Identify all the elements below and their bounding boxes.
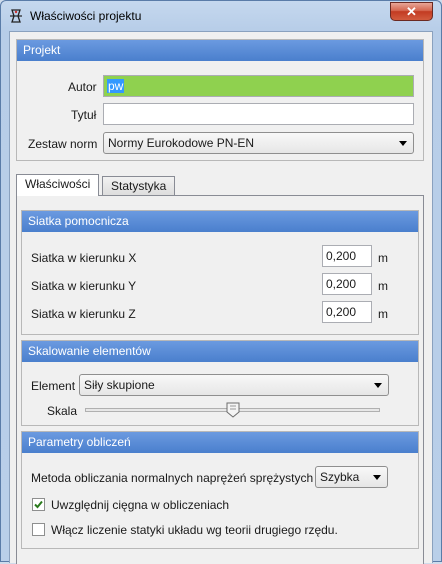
second-order-checkbox[interactable] bbox=[32, 523, 45, 536]
properties-tab-panel: Siatka pomocnicza Siatka w kierunku X 0,… bbox=[16, 195, 424, 564]
norms-value: Normy Eurokodowe PN-EN bbox=[108, 136, 255, 150]
title-bar[interactable]: Właściwości projektu ✕ bbox=[1, 1, 441, 31]
grid-z-label: Siatka w kierunku Z bbox=[31, 307, 136, 321]
window-title: Właściwości projektu bbox=[30, 9, 142, 23]
checkmark-icon bbox=[34, 500, 43, 509]
author-label: Autor bbox=[68, 80, 97, 94]
chevron-down-icon bbox=[399, 141, 407, 146]
scaling-group: Skalowanie elementów Element Siły skupio… bbox=[21, 340, 419, 426]
tab-properties[interactable]: Właściwości bbox=[16, 174, 100, 196]
norms-label: Zestaw norm bbox=[28, 137, 98, 151]
grid-y-value: 0,200 bbox=[326, 277, 357, 291]
calc-params-group: Parametry obliczeń Metoda obliczania nor… bbox=[21, 431, 419, 549]
scaling-group-header: Skalowanie elementów bbox=[22, 341, 418, 362]
element-value: Siły skupione bbox=[84, 378, 155, 392]
stress-method-value: Szybka bbox=[320, 470, 360, 484]
second-order-label: Włącz liczenie statyki układu wg teorii … bbox=[51, 523, 338, 537]
grid-z-unit: m bbox=[378, 307, 388, 321]
close-icon: ✕ bbox=[406, 3, 417, 19]
stress-method-dropdown[interactable]: Szybka bbox=[315, 466, 388, 488]
grid-y-unit: m bbox=[378, 279, 388, 293]
app-icon bbox=[10, 9, 22, 23]
scale-label: Skala bbox=[47, 404, 78, 418]
author-value: pw bbox=[107, 79, 125, 93]
calc-params-header: Parametry obliczeń bbox=[22, 432, 418, 453]
chevron-down-icon bbox=[373, 475, 381, 480]
properties-window: Właściwości projektu ✕ Projekt Autor pw … bbox=[0, 0, 442, 564]
window-client-area: Projekt Autor pw Tytuł Zestaw norm Normy… bbox=[9, 31, 433, 564]
project-group-header: Projekt bbox=[17, 40, 423, 61]
close-button[interactable]: ✕ bbox=[390, 2, 433, 21]
grid-group-header: Siatka pomocnicza bbox=[22, 211, 418, 232]
project-group: Projekt Autor pw Tytuł Zestaw norm Normy… bbox=[16, 39, 424, 161]
grid-y-input[interactable]: 0,200 bbox=[322, 273, 372, 295]
tab-statistics[interactable]: Statystyka bbox=[102, 176, 176, 196]
element-label: Element bbox=[31, 379, 76, 393]
tendons-checkbox[interactable] bbox=[32, 498, 45, 511]
chevron-down-icon bbox=[374, 383, 382, 388]
title-label: Tytuł bbox=[71, 108, 97, 122]
grid-x-input[interactable]: 0,200 bbox=[322, 245, 372, 267]
grid-group: Siatka pomocnicza Siatka w kierunku X 0,… bbox=[21, 210, 419, 335]
title-field[interactable] bbox=[103, 103, 414, 125]
element-dropdown[interactable]: Siły skupione bbox=[79, 374, 389, 396]
stress-method-label: Metoda obliczania normalnych naprężeń sp… bbox=[31, 471, 314, 485]
grid-y-label: Siatka w kierunku Y bbox=[31, 279, 137, 293]
grid-z-input[interactable]: 0,200 bbox=[322, 301, 372, 323]
grid-x-unit: m bbox=[378, 251, 388, 265]
norms-dropdown[interactable]: Normy Eurokodowe PN-EN bbox=[103, 132, 414, 154]
grid-x-label: Siatka w kierunku X bbox=[31, 251, 137, 265]
tendons-label: Uwzględnij cięgna w obliczeniach bbox=[51, 498, 230, 512]
grid-z-value: 0,200 bbox=[326, 305, 357, 319]
grid-x-value: 0,200 bbox=[326, 249, 357, 263]
scale-slider-thumb[interactable] bbox=[225, 402, 241, 418]
author-field[interactable]: pw bbox=[103, 75, 414, 97]
